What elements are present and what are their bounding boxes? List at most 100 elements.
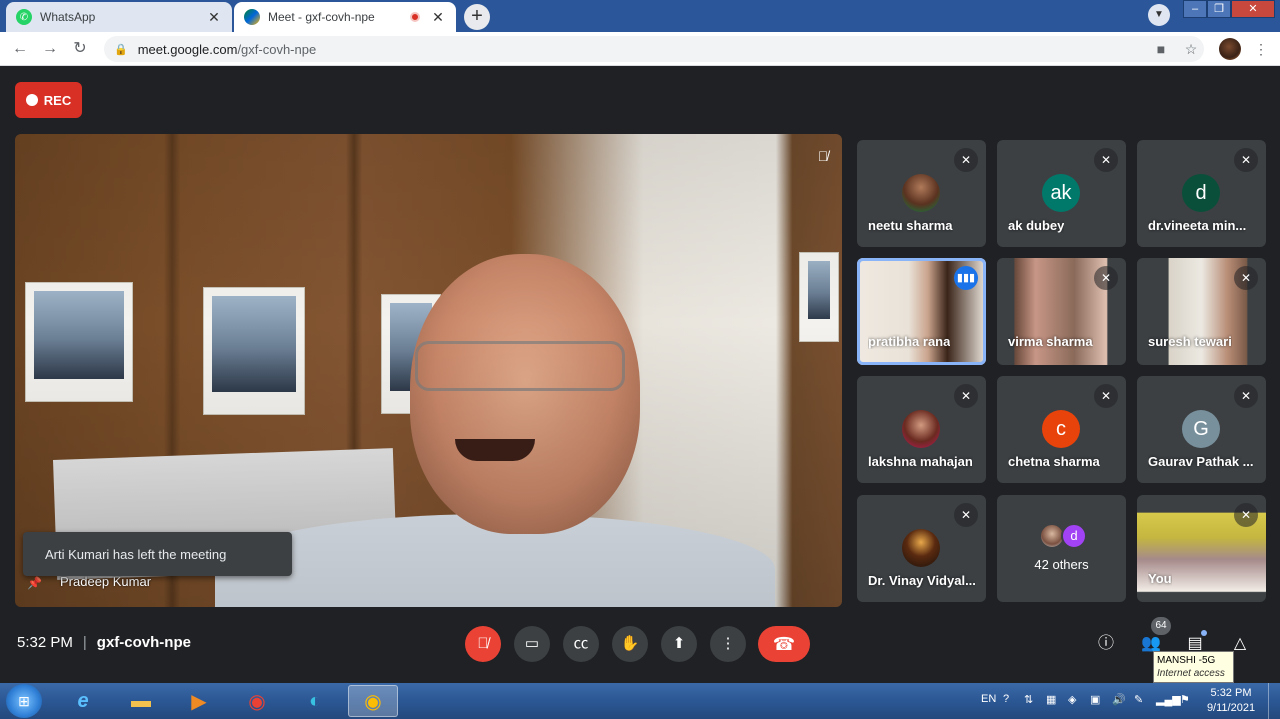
participant-name: Dr. Vinay Vidyal... [868, 573, 976, 588]
captions-button[interactable]: ㏄ [563, 626, 599, 662]
browser-tab-strip: ✆ WhatsApp ✕ Meet - gxf-covh-npe ✕ + ▼ –… [0, 0, 1280, 32]
windows-taskbar: ⊞ e ▬ ▶ ◉ ◐ ◉ EN ? ⇅ ▦ ◈ ▣ 🔊 ✎ ▂▄▆ ⚑ 5:3… [0, 683, 1280, 719]
participant-tile[interactable]: ▮▮▮ pratibha rana [857, 258, 986, 365]
profile-avatar[interactable] [1219, 38, 1241, 60]
participant-name: ak dubey [1008, 218, 1065, 233]
tab-whatsapp[interactable]: ✆ WhatsApp ✕ [6, 2, 232, 32]
tab-search-icon[interactable]: ▼ [1148, 4, 1170, 26]
more-options-button[interactable]: ⋮ [710, 626, 746, 662]
show-desktop-button[interactable] [1268, 683, 1280, 719]
participant-tile[interactable]: ✕ Dr. Vinay Vidyal... [857, 495, 986, 602]
address-bar[interactable]: 🔒 meet.google.com/gxf-covh-npe [104, 36, 1204, 62]
back-icon[interactable]: ← [9, 38, 31, 60]
meeting-details-icon[interactable]: ⓘ [1094, 632, 1118, 656]
menu-kebab-icon[interactable]: ⋮ [1252, 40, 1270, 58]
participant-avatar: c [1042, 410, 1080, 448]
pen-icon[interactable]: ✎ [1134, 693, 1143, 706]
mic-off-icon: ✕ [1234, 503, 1258, 527]
rec-label: REC [43, 92, 72, 108]
maximize-button[interactable]: ❐ [1207, 0, 1231, 18]
meeting-info: 5:32 PM | gxf-covh-npe [17, 634, 191, 651]
participant-name: dr.vineeta min... [1148, 218, 1247, 233]
tray-app-icon[interactable]: ▣ [1090, 693, 1100, 706]
tray-arrows-icon[interactable]: ⇅ [1024, 693, 1033, 706]
mic-off-icon: ✕ [954, 503, 978, 527]
record-dot-icon [25, 94, 38, 106]
mic-off-icon: ✕ [954, 148, 978, 172]
file-explorer-icon[interactable]: ▬ [116, 685, 166, 717]
tab-title: Meet - gxf-covh-npe [268, 10, 375, 24]
separator: | [82, 634, 87, 651]
participant-tile[interactable]: ✕ virma sharma [997, 258, 1126, 365]
tray-app-icon[interactable]: ▦ [1046, 693, 1056, 706]
close-icon[interactable]: ✕ [206, 9, 222, 26]
participant-avatar [902, 529, 940, 567]
mic-toggle-button[interactable]: 🎙̸ [465, 626, 501, 662]
others-tile[interactable]: d 42 others [997, 495, 1126, 602]
edge-icon[interactable]: ◐ [290, 685, 340, 717]
participant-tile[interactable]: ✕ d dr.vineeta min... [1137, 140, 1266, 247]
meet-icon [244, 9, 260, 25]
participant-name: You [1148, 571, 1172, 586]
self-view-tile[interactable]: ✕ You [1137, 495, 1266, 602]
participant-tile[interactable]: ✕ G Gaurav Pathak ... [1137, 376, 1266, 483]
participant-name: virma sharma [1008, 334, 1093, 349]
participant-name: pratibha rana [868, 334, 951, 349]
mic-off-icon: ✕ [1234, 148, 1258, 172]
ie-icon[interactable]: e [58, 685, 108, 717]
tooltip-network: MANSHI -5G [1157, 655, 1216, 666]
whatsapp-icon: ✆ [16, 9, 32, 25]
participant-tile[interactable]: ✕ c chetna sharma [997, 376, 1126, 483]
wifi-signal-icon[interactable]: ▂▄▆ [1156, 693, 1181, 706]
tab-meet[interactable]: Meet - gxf-covh-npe ✕ [234, 2, 456, 32]
present-screen-button[interactable]: ⬆ [661, 626, 697, 662]
minimize-button[interactable]: – [1183, 0, 1207, 18]
participant-avatar: G [1182, 410, 1220, 448]
lock-icon: 🔒 [114, 43, 128, 56]
mic-off-icon: ✕ [1094, 148, 1118, 172]
url-path: /gxf-covh-npe [237, 41, 317, 57]
participant-name: Gaurav Pathak ... [1148, 454, 1254, 469]
mic-off-icon: ✕ [1094, 384, 1118, 408]
window-close-button[interactable]: ✕ [1231, 0, 1275, 18]
url-host: meet.google.com [137, 41, 238, 57]
mic-off-icon: ✕ [1094, 266, 1118, 290]
participant-name: neetu sharma [868, 218, 953, 233]
close-icon[interactable]: ✕ [430, 9, 446, 26]
bookmark-star-icon[interactable]: ☆ [1182, 40, 1200, 58]
start-button[interactable]: ⊞ [6, 684, 42, 718]
volume-icon[interactable]: 🔊 [1112, 693, 1126, 706]
language-indicator[interactable]: EN [981, 693, 996, 705]
participant-avatar: ak [1042, 174, 1080, 212]
raise-hand-button[interactable]: ✋ [612, 626, 648, 662]
chrome-active-icon[interactable]: ◉ [348, 685, 398, 717]
participant-tile[interactable]: ✕ lakshna mahajan [857, 376, 986, 483]
speaking-indicator-icon: ▮▮▮ [954, 266, 978, 290]
meeting-time: 5:32 PM [17, 634, 73, 651]
participant-tile[interactable]: ✕ neetu sharma [857, 140, 986, 247]
recording-badge: REC [15, 82, 82, 118]
mic-off-icon: ✕ [1234, 384, 1258, 408]
new-tab-button[interactable]: + [464, 4, 490, 30]
pin-icon[interactable]: 📌 [27, 576, 43, 592]
chat-unread-dot [1201, 630, 1207, 636]
camera-icon[interactable]: ■ [1152, 40, 1170, 58]
participant-tile[interactable]: ✕ suresh tewari [1137, 258, 1266, 365]
mic-off-icon: ✕ [954, 384, 978, 408]
clock-time: 5:32 PM [1210, 687, 1252, 699]
participant-tile[interactable]: ✕ ak ak dubey [997, 140, 1126, 247]
others-count: 42 others [1034, 557, 1089, 572]
chrome-icon[interactable]: ◉ [232, 685, 282, 717]
leave-call-button[interactable]: ☎ [758, 626, 810, 662]
mic-off-icon: 🎙̸ [817, 148, 829, 164]
forward-icon[interactable]: → [39, 38, 61, 60]
tooltip-status: Internet access [1157, 668, 1225, 679]
camera-toggle-button[interactable]: ▭ [514, 626, 550, 662]
clock-date: 9/11/2021 [1206, 702, 1256, 714]
system-clock[interactable]: 5:32 PM 9/11/2021 [1200, 686, 1262, 716]
tray-app-icon[interactable]: ◈ [1068, 693, 1076, 706]
help-icon[interactable]: ? [1003, 693, 1009, 705]
action-center-flag-icon[interactable]: ⚑ [1180, 693, 1190, 706]
reload-icon[interactable]: ↻ [69, 38, 91, 60]
media-player-icon[interactable]: ▶ [174, 685, 224, 717]
